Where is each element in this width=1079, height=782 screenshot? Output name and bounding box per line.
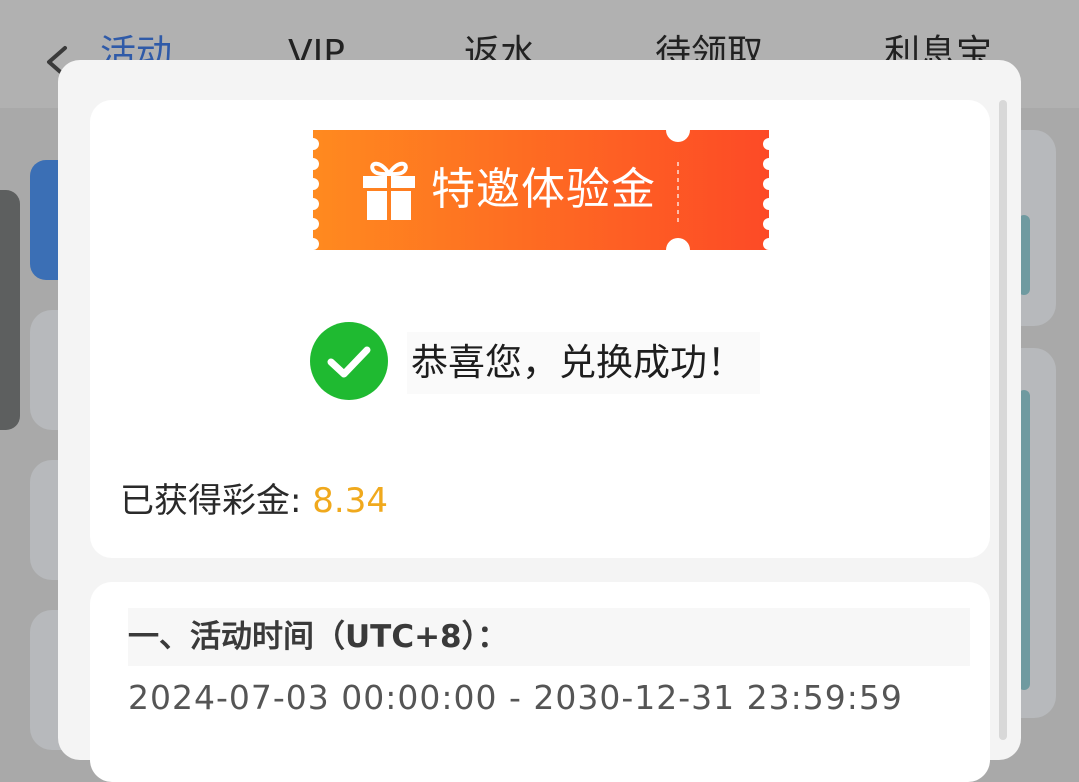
invite-bonus-ticket: 特邀体验金 (313, 130, 769, 250)
activity-time-range: 2024-07-03 00:00:00 - 2030-12-31 23:59:5… (128, 678, 903, 717)
check-circle-icon (310, 322, 388, 400)
tab-rebate[interactable]: 返水 (464, 30, 536, 64)
gift-icon (361, 156, 417, 222)
tab-vip[interactable]: VIP (288, 30, 345, 64)
bonus-amount: 8.34 (312, 481, 388, 521)
tab-pending[interactable]: 待领取 (655, 30, 763, 64)
activity-time-heading: 一、活动时间（UTC+8）： (128, 608, 970, 666)
bonus-label: 已获得彩金: (120, 481, 302, 521)
success-row: 恭喜您，兑换成功！ (305, 322, 767, 402)
ticket-label: 特邀体验金 (431, 164, 656, 215)
tab-activity[interactable]: 活动 (100, 30, 172, 64)
success-message: 恭喜您，兑换成功！ (407, 332, 760, 394)
modal-scrollbar[interactable] (999, 100, 1007, 740)
bonus-row: 已获得彩金: 8.34 (120, 478, 388, 524)
tab-interest[interactable]: 利息宝 (884, 30, 992, 64)
bg-side-handle (0, 190, 20, 430)
